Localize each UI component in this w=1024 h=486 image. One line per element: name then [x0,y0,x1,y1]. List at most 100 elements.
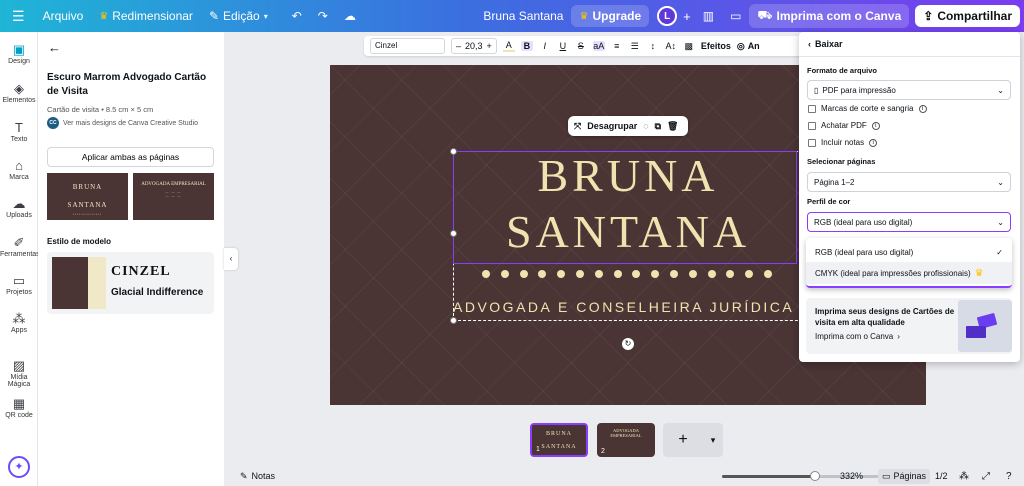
trash-icon[interactable]: 🗑 [667,121,678,132]
crop-marks-checkbox[interactable]: Marcas de corte e sangria i [808,104,927,113]
print-promo-card[interactable]: Imprima seus designs de Cartões de visit… [806,298,1012,354]
ungroup-button[interactable]: Desagrupar [587,121,637,131]
line-spacing-icon[interactable]: ↕ [647,41,659,51]
pages-button[interactable]: ▭ Páginas [878,468,931,484]
download-back-button[interactable]: ‹ Baixar [808,39,843,49]
file-menu[interactable]: Arquivo [33,0,92,32]
resize-button[interactable]: ♛ Redimensionar [91,0,201,32]
case-icon[interactable]: aA [592,41,605,51]
zoom-slider-knob[interactable] [809,471,820,481]
creator-avatar: CC [47,117,59,129]
bold-icon[interactable]: B [520,41,533,51]
add-collaborator-button[interactable]: + [679,0,695,32]
option-cmyk[interactable]: CMYK (ideal para impressões profissionai… [806,262,1012,284]
rail-label: Mídia Mágica [7,374,31,388]
underline-icon[interactable]: U [557,41,569,51]
comments-button[interactable]: ▭ [722,0,749,32]
info-icon[interactable]: i [871,121,880,130]
back-button[interactable]: ← [48,40,61,55]
print-with-canva-button[interactable]: ⛟ Imprima com o Canva [749,4,910,28]
rail-item-projects[interactable]: ▭ Projetos [0,273,38,296]
rail-item-text[interactable]: T Texto [0,120,38,143]
promo-link[interactable]: Imprima com o Canva › [815,332,900,341]
chevron-down-icon[interactable]: ▾ [703,435,723,446]
include-notes-checkbox[interactable]: Incluir notas i [808,138,878,147]
list-icon[interactable]: ☰ [629,41,641,52]
avatar: L [657,6,678,26]
increase-size-button[interactable]: + [487,41,492,51]
align-center-icon[interactable]: ≡ [611,41,623,51]
color-profile-select[interactable]: RGB (ideal para uso digital) ⌄ [807,212,1011,232]
edit-menu[interactable]: ✎ Edição ▾ [201,0,276,32]
notes-icon: ✎ [240,470,248,481]
upgrade-button[interactable]: ♛ Upgrade [571,5,650,27]
rail-label: Marca [9,174,29,181]
rail-item-magic-media[interactable]: ▨ Mídia Mágica [0,358,38,388]
template-thumb-front[interactable]: BRUNA SANTANA •••••••••••••• [47,173,128,220]
italic-icon[interactable]: I [539,41,551,51]
duplicate-icon[interactable]: ⧉ [655,121,661,132]
animate-button[interactable]: ◎ An [737,41,760,52]
effects-button[interactable]: Efeitos [701,41,731,51]
rail-item-elements[interactable]: ◈ Elementos [0,81,38,104]
rail-item-qr-code[interactable]: ▦ QR code [0,396,38,419]
rail-item-tools[interactable]: ✐ Ferramentas [0,235,40,258]
help-icon[interactable]: ? [1006,471,1012,482]
font-size-value[interactable]: 20,3 [465,41,483,51]
file-format-select[interactable]: ▯ PDF para impressão ⌄ [807,80,1011,100]
strikethrough-icon[interactable]: S [575,41,587,51]
undo-button[interactable]: ↶ [276,0,310,32]
pages-select[interactable]: Página 1–2 ⌄ [807,172,1011,192]
flatten-pdf-checkbox[interactable]: Achatar PDF i [808,121,880,130]
resize-handle[interactable] [450,317,457,324]
magic-assistant-button[interactable]: ✦ [8,456,30,478]
crown-icon: ♛ [579,10,589,22]
style-card[interactable]: CINZEL Glacial Indifference [47,252,214,314]
info-icon[interactable]: i [869,138,878,147]
rail-item-apps[interactable]: ⁂ Apps [0,311,38,334]
text-color-icon[interactable]: A [502,40,515,52]
collapse-panel-button[interactable]: ‹ [224,248,238,270]
page-count[interactable]: 1/2 [935,471,948,481]
rail-label: Projetos [6,289,32,296]
option-rgb[interactable]: RGB (ideal para uso digital) ✓ [806,241,1012,263]
cloud-save-button[interactable]: ☁ [336,0,364,32]
text-spacing-icon[interactable]: A↕ [665,41,677,51]
font-family-select[interactable]: Cinzel [370,38,445,54]
cloud-check-icon: ☁ [343,9,356,23]
template-thumb-back[interactable]: ADVOGADA EMPRESARIAL — — — — — — [133,173,214,220]
decrease-size-button[interactable]: – [456,41,461,51]
rotate-handle[interactable]: ↻ [622,338,634,350]
resize-handle[interactable] [450,230,457,237]
apply-both-pages-button[interactable]: Aplicar ambas as páginas [47,147,214,167]
add-page-button[interactable]: + [663,431,703,449]
transparency-icon[interactable]: ▩ [683,41,695,52]
crown-icon: ♛ [974,267,984,279]
thumb-lines: — — — — — — [165,190,182,198]
notes-button[interactable]: ✎ Notas [240,471,275,482]
card-shape [966,326,986,338]
creator-link[interactable]: CC Ver mais designs de Canva Creative St… [47,117,198,129]
page-number: 1 [536,446,540,453]
crop-marks-label: Marcas de corte e sangria [821,104,914,113]
template-panel: ← Escuro Marrom Advogado Cartão de Visit… [38,32,224,486]
rail-item-brand[interactable]: ⌂ Marca [0,158,38,181]
comment-add-icon[interactable]: ◌ [643,121,648,131]
fullscreen-icon[interactable]: ⤢ [982,471,990,482]
document-title[interactable]: Bruna Santana [475,0,571,32]
rail-item-design[interactable]: ▣ Design [0,42,38,65]
menu-button[interactable]: ☰ [0,0,33,32]
zoom-level[interactable]: 332% [840,471,863,481]
page-thumb-2[interactable]: ADVOGADA EMPRESARIAL 2 [597,423,655,457]
redo-button[interactable]: ↷ [310,0,336,32]
insights-button[interactable]: ▥ [695,0,722,32]
rail-item-uploads[interactable]: ☁ Uploads [0,196,38,219]
pages-label: Páginas [893,470,927,481]
user-avatar[interactable]: L [649,0,679,32]
page-thumb-1[interactable]: BRUNA SANTANA 1 [530,423,588,457]
share-button[interactable]: ⇪ Compartilhar [915,5,1020,27]
grid-view-icon[interactable]: ⁂ [959,471,969,482]
info-icon[interactable]: i [918,104,927,113]
document-icon: ▯ [814,85,819,95]
resize-handle[interactable] [450,148,457,155]
